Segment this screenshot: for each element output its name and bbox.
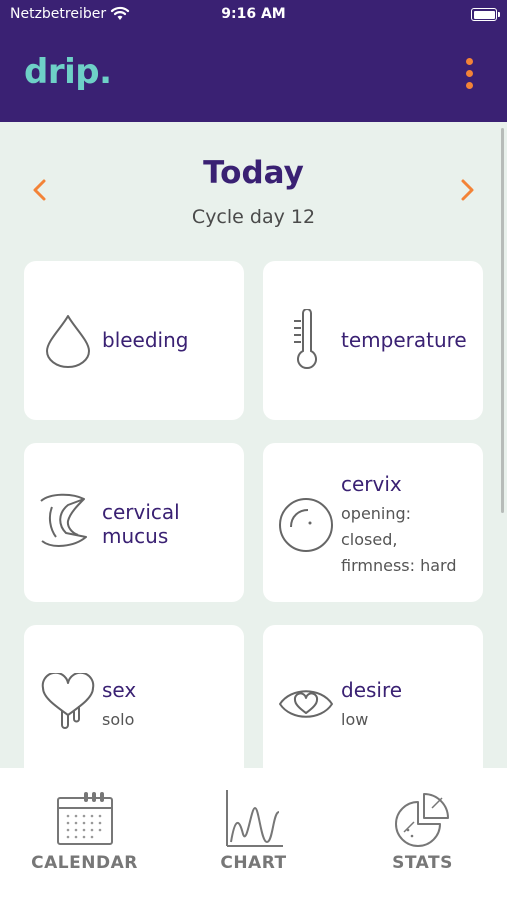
symptom-card-sex[interactable]: sex solo: [24, 625, 244, 768]
symptom-card-cervix[interactable]: cervix opening: closed, firmness: hard: [263, 443, 483, 602]
clock: 9:16 AM: [221, 6, 286, 22]
symptom-label-line-1: cervical: [102, 500, 180, 524]
symptom-card-desire[interactable]: desire low: [263, 625, 483, 768]
cervix-icon: [279, 498, 333, 552]
symptom-card-bleeding[interactable]: bleeding: [24, 261, 244, 420]
next-day-button[interactable]: [457, 178, 477, 202]
symptom-detail: closed,: [341, 530, 398, 549]
app-header: drip.: [0, 30, 507, 122]
mucus-icon: [40, 493, 87, 547]
bottom-tab-bar: CALENDAR CHART STATS: [0, 768, 507, 900]
calendar-icon: [57, 792, 113, 845]
symptom-detail: opening:: [341, 504, 412, 523]
tab-chart[interactable]: CHART: [169, 768, 338, 900]
symptom-detail: firmness: hard: [341, 556, 457, 575]
tab-label: STATS: [392, 853, 453, 873]
symptom-label: sex: [102, 678, 137, 702]
symptom-label: bleeding: [102, 328, 189, 352]
more-menu-button[interactable]: [461, 58, 477, 92]
symptom-card-temperature[interactable]: temperature: [263, 261, 483, 420]
blood-drop-icon: [46, 315, 90, 368]
tab-label: CALENDAR: [31, 853, 138, 873]
symptom-detail: solo: [102, 710, 135, 729]
menu-dot-icon: [465, 58, 473, 65]
heart-icon: [41, 673, 95, 729]
app-logo: drip.: [24, 52, 112, 92]
menu-dot-icon: [465, 70, 473, 77]
symptom-label: cervix: [341, 472, 402, 496]
battery-icon: [471, 8, 500, 21]
chart-icon: [226, 790, 283, 847]
eye-heart-icon: [279, 690, 333, 718]
status-bar: Netzbetreiber 9:16 AM: [0, 0, 507, 30]
symptom-detail: low: [341, 710, 369, 729]
cycle-day-label: Cycle day 12: [191, 206, 316, 228]
menu-dot-icon: [465, 82, 473, 89]
cycle-day-overview[interactable]: Today Cycle day 12 bleeding temperature …: [0, 122, 507, 768]
stats-icon: [395, 793, 449, 847]
tab-calendar[interactable]: CALENDAR: [0, 768, 169, 900]
symptom-label: desire: [341, 678, 403, 702]
tab-stats[interactable]: STATS: [338, 768, 507, 900]
date-title: Today: [203, 155, 304, 191]
symptom-card-cervical-mucus[interactable]: cervical mucus: [24, 443, 244, 602]
symptom-label: temperature: [341, 328, 467, 352]
symptom-label-line-2: mucus: [102, 524, 169, 548]
tab-label: CHART: [220, 853, 287, 873]
thermometer-icon: [294, 309, 317, 370]
